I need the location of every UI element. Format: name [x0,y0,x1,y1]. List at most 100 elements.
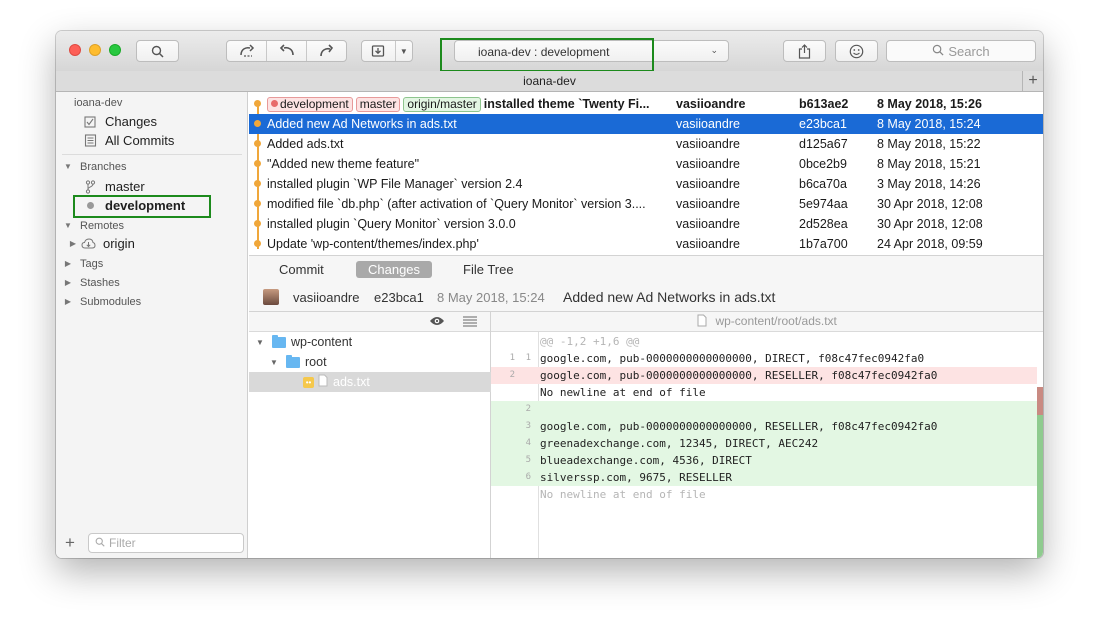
plus-icon: + [1028,72,1038,89]
push-icon [318,44,336,58]
commit-date: 30 Apr 2018, 12:08 [877,217,983,231]
current-branch-dot-icon [81,202,99,209]
stash-button[interactable] [362,41,396,61]
chevron-down-icon: ▼ [399,46,408,56]
new-line-number: 2 [525,404,531,414]
commit-row[interactable]: modified file `db.php` (after activation… [249,194,1043,214]
sidebar-filter-input[interactable]: Filter [88,533,244,553]
sidebar-item-branch-development[interactable]: development [56,196,273,215]
tab-changes[interactable]: Changes [356,261,433,278]
diff-minimap-removed[interactable] [1037,387,1043,415]
tree-item-label: wp-content [291,335,353,349]
sidebar-section-remotes[interactable]: ▼ Remotes [56,216,254,235]
avatar [263,289,279,305]
section-label: Stashes [80,276,120,289]
commit-graph-node [254,160,261,167]
commit-date: 8 May 2018, 15:22 [877,137,981,151]
close-window-button[interactable] [69,44,81,56]
commit-row-selected[interactable]: Added new Ad Networks in ads.txt vasiioa… [249,114,1043,134]
zoom-window-button[interactable] [109,44,121,56]
commit-row[interactable]: "Added new theme feature" vasiioandre 0b… [249,154,1043,174]
feedback-button[interactable] [835,40,878,62]
commit-date: 24 Apr 2018, 09:59 [877,237,983,251]
sidebar-item-branch-master[interactable]: master [56,177,273,196]
disclosure-triangle-down-icon: ▼ [64,162,72,171]
branch-icon [81,179,99,194]
filter-placeholder: Filter [109,536,136,550]
add-button[interactable]: + [65,533,75,553]
diff-line-text: google.com, pub-0000000000000000, RESELL… [540,420,938,433]
new-tab-button[interactable]: + [1022,71,1043,91]
commit-message: "Added new theme feature" [267,157,420,171]
repository-branch-selector[interactable]: ioana-dev : development ⌄ [454,40,729,62]
diff-line-note: No newline at end of file [491,486,1037,503]
diff-line-text: silverssp.com, 9675, RESELLER [540,471,733,484]
sync-button-group [226,40,347,62]
disclosure-triangle-right-icon: ▶ [64,259,72,268]
diff-line-text: @@ -1,2 +1,6 @@ [540,335,640,348]
commit-message: Added ads.txt [267,137,344,151]
minimize-window-button[interactable] [89,44,101,56]
sidebar-divider [62,154,242,155]
sidebar-item-all-commits[interactable]: All Commits [56,131,273,150]
commit-graph-node [254,220,261,227]
stash-menu-button[interactable]: ▼ [396,41,412,61]
tree-item-folder[interactable]: ▼ root [249,352,508,372]
push-button[interactable] [307,41,346,61]
sidebar-section-branches[interactable]: ▼ Branches [56,157,254,176]
disclosure-triangle-down-icon: ▼ [64,221,72,230]
diff-hunk-header: @@ -1,2 +1,6 @@ [491,333,1037,350]
commit-author: vasiioandre [676,237,740,251]
file-icon [697,314,710,330]
disclosure-triangle-right-icon[interactable]: ▶ [67,239,79,248]
diff-line-text: No newline at end of file [540,488,706,501]
disclosure-triangle-down-icon[interactable]: ▼ [253,338,267,347]
diff-minimap-added[interactable] [1037,415,1043,558]
new-line-number: 5 [525,455,531,465]
file-tree-header [249,312,490,332]
tab-file-tree[interactable]: File Tree [451,261,526,278]
tab-ioana-dev[interactable]: ioana-dev [523,74,576,88]
sidebar-section-submodules[interactable]: ▶ Submodules [56,292,254,311]
diff-line-removed: 2 google.com, pub-0000000000000000, RESE… [491,367,1037,384]
cloud-icon [79,238,97,249]
commit-hash: e23bca1 [799,117,847,131]
sidebar-item-changes[interactable]: Changes [56,112,273,131]
fetch-icon [238,44,256,58]
disclosure-triangle-right-icon: ▶ [64,297,72,306]
section-label: Remotes [80,219,125,232]
commit-graph-node [254,200,261,207]
diff-file-path: wp-content/root/ads.txt [715,314,837,328]
diff-line: 1 1 google.com, pub-0000000000000000, DI… [491,350,1037,367]
commit-row[interactable]: Added ads.txt vasiioandre d125a67 8 May … [249,134,1043,154]
tree-item-label: root [305,355,327,369]
fetch-button[interactable] [227,41,267,61]
tree-item-folder[interactable]: ▼ wp-content [249,332,494,352]
list-view-icon[interactable] [463,316,477,330]
search-input[interactable]: Search [886,40,1036,62]
eye-icon[interactable] [429,315,445,330]
commit-graph-node [254,120,261,127]
commit-message: installed theme `Twenty Fi... [483,97,650,111]
pull-button[interactable] [267,41,307,61]
pull-icon [278,44,296,58]
sidebar-section-stashes[interactable]: ▶ Stashes [56,273,254,292]
toggle-sidebar-search-button[interactable] [136,40,179,62]
commit-row[interactable]: installed plugin `WP File Manager` versi… [249,174,1043,194]
commit-graph-node [254,180,261,187]
commit-date: 8 May 2018, 15:24 [877,117,981,131]
commit-author: vasiioandre [676,157,740,171]
diff-line-text: greenadexchange.com, 12345, DIRECT, AEC2… [540,437,819,450]
sidebar-item-remote-origin[interactable]: ▶ origin [56,234,259,253]
tab-commit[interactable]: Commit [267,261,336,278]
section-label: Branches [80,160,127,173]
commit-row[interactable]: development master origin/master installed … [249,94,1043,114]
diff-line-added: 6 silverssp.com, 9675, RESELLER [491,469,1037,486]
sidebar-section-tags[interactable]: ▶ Tags [56,254,254,273]
commit-row[interactable]: Update 'wp-content/themes/index.php' vas… [249,234,1043,254]
commit-hash: d125a67 [799,137,848,151]
commit-row[interactable]: installed plugin `Query Monitor` version… [249,214,1043,234]
commit-hash: 2d528ea [799,217,848,231]
share-button[interactable] [783,40,826,62]
disclosure-triangle-down-icon[interactable]: ▼ [267,358,281,367]
